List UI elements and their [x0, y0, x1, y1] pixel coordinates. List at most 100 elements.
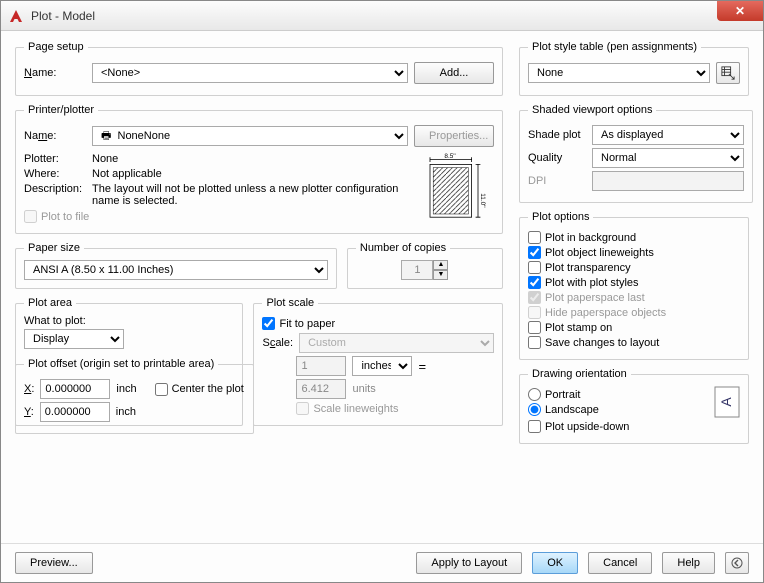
orientation-icon: A	[714, 386, 740, 418]
y-label: Y:	[24, 406, 34, 418]
apply-layout-button[interactable]: Apply to Layout	[416, 552, 522, 574]
description-label: Description:	[24, 183, 86, 195]
preview-button[interactable]: Preview...	[15, 552, 93, 574]
y-input[interactable]	[40, 402, 110, 422]
plot-scale-group: Plot scale Fit to paper Scale:Custom inc…	[253, 297, 503, 426]
page-name-select[interactable]: <None>	[92, 63, 408, 83]
table-edit-icon	[721, 66, 735, 80]
plot-bg-checkbox[interactable]	[528, 231, 541, 244]
orientation-group: Drawing orientation Portrait Landscape A…	[519, 368, 749, 444]
page-setup-group: Page setup Name: <None> Add...	[15, 41, 503, 96]
plotter-value: None	[92, 153, 118, 165]
shaded-viewport-group: Shaded viewport options Shade plot As dis…	[519, 104, 753, 203]
where-value: Not applicable	[92, 168, 162, 180]
upside-down-checkbox[interactable]	[528, 420, 541, 433]
drawing-units-input[interactable]	[296, 379, 346, 399]
copies-group: Number of copies ▲ ▼	[347, 242, 503, 289]
printer-name-label: Name:	[24, 130, 86, 142]
scale-label: Scale:	[262, 337, 293, 349]
printer-group: Printer/plotter Name: 🖶 NoneNone Propert…	[15, 104, 503, 234]
scale-lineweights-checkbox[interactable]	[296, 402, 309, 415]
shade-plot-label: Shade plot	[528, 129, 586, 141]
dpi-input[interactable]	[592, 171, 744, 191]
copies-up[interactable]: ▲	[433, 260, 448, 270]
hide-paperspace-label: Hide paperspace objects	[545, 307, 666, 319]
center-plot-checkbox[interactable]	[155, 383, 168, 396]
units-label: units	[352, 383, 375, 395]
page-setup-legend: Page setup	[24, 41, 88, 53]
page-name-label: Name:	[24, 67, 86, 79]
scale-unit-select[interactable]: inches	[352, 356, 412, 376]
x-unit: inch	[116, 383, 136, 395]
quality-label: Quality	[528, 152, 586, 164]
close-button[interactable]: ✕	[717, 1, 763, 21]
plot-offset-group: Plot offset (origin set to printable are…	[15, 358, 254, 434]
plot-options-group: Plot options Plot in background Plot obj…	[519, 211, 749, 360]
landscape-label: Landscape	[545, 404, 599, 416]
chevron-left-icon	[731, 557, 743, 569]
svg-text:8.5'': 8.5''	[444, 153, 455, 160]
shaded-legend: Shaded viewport options	[528, 104, 656, 116]
window-title: Plot - Model	[31, 9, 95, 23]
collapse-button[interactable]	[725, 552, 749, 574]
scale-numerator-input[interactable]	[296, 356, 346, 376]
quality-select[interactable]: Normal	[592, 148, 744, 168]
landscape-radio[interactable]	[528, 403, 541, 416]
portrait-label: Portrait	[545, 389, 580, 401]
fit-to-paper-label: Fit to paper	[279, 318, 335, 330]
plot-bg-label: Plot in background	[545, 232, 636, 244]
plot-to-file-checkbox[interactable]	[24, 210, 37, 223]
plot-to-file-label: Plot to file	[41, 211, 89, 223]
dialog-body: Page setup Name: <None> Add... Printer/p…	[1, 31, 763, 543]
scale-select[interactable]: Custom	[299, 333, 494, 353]
plot-style-legend: Plot style table (pen assignments)	[528, 41, 701, 53]
scale-lineweights-label: Scale lineweights	[313, 403, 398, 415]
add-button[interactable]: Add...	[414, 62, 494, 84]
fit-to-paper-checkbox[interactable]	[262, 317, 275, 330]
autocad-icon	[7, 7, 25, 25]
svg-text:11.0'': 11.0''	[479, 193, 486, 207]
plot-lw-checkbox[interactable]	[528, 246, 541, 259]
dpi-label: DPI	[528, 175, 586, 187]
copies-input[interactable]	[401, 260, 433, 280]
plot-style-group: Plot style table (pen assignments) None	[519, 41, 749, 96]
plotter-label: Plotter:	[24, 153, 86, 165]
printer-legend: Printer/plotter	[24, 104, 98, 116]
plot-stamp-checkbox[interactable]	[528, 321, 541, 334]
portrait-radio[interactable]	[528, 388, 541, 401]
printer-name-select[interactable]: 🖶 NoneNone	[92, 126, 408, 146]
plot-style-edit-button[interactable]	[716, 62, 740, 84]
orientation-legend: Drawing orientation	[528, 368, 631, 380]
plot-trans-checkbox[interactable]	[528, 261, 541, 274]
plot-paperspace-checkbox[interactable]	[528, 291, 541, 304]
help-button[interactable]: Help	[662, 552, 715, 574]
plot-dialog: Plot - Model ✕ Page setup Name: <None> A…	[0, 0, 764, 583]
copies-down[interactable]: ▼	[433, 270, 448, 280]
what-to-plot-select[interactable]: Display	[24, 329, 124, 349]
plot-offset-legend: Plot offset (origin set to printable are…	[24, 358, 218, 370]
equals-icon: =	[418, 359, 426, 374]
plot-options-legend: Plot options	[528, 211, 593, 223]
shade-plot-select[interactable]: As displayed	[592, 125, 744, 145]
paper-preview-icon: 8.5'' 11.0''	[422, 150, 494, 222]
what-to-plot-label: What to plot:	[24, 315, 234, 327]
plot-area-legend: Plot area	[24, 297, 76, 309]
paper-size-select[interactable]: ANSI A (8.50 x 11.00 Inches)	[24, 260, 328, 280]
properties-button[interactable]: Properties...	[414, 125, 494, 147]
x-label: X:	[24, 383, 34, 395]
hide-paperspace-checkbox[interactable]	[528, 306, 541, 319]
ok-button[interactable]: OK	[532, 552, 578, 574]
center-plot-label: Center the plot	[172, 383, 244, 395]
where-label: Where:	[24, 168, 86, 180]
y-unit: inch	[116, 406, 136, 418]
plot-styles-checkbox[interactable]	[528, 276, 541, 289]
svg-text:A: A	[718, 397, 734, 407]
cancel-button[interactable]: Cancel	[588, 552, 652, 574]
titlebar: Plot - Model ✕	[1, 1, 763, 31]
save-changes-checkbox[interactable]	[528, 336, 541, 349]
upside-down-label: Plot upside-down	[545, 421, 629, 433]
description-value: The layout will not be plotted unless a …	[92, 183, 414, 207]
save-changes-label: Save changes to layout	[545, 337, 659, 349]
plot-style-select[interactable]: None	[528, 63, 710, 83]
x-input[interactable]	[40, 379, 110, 399]
